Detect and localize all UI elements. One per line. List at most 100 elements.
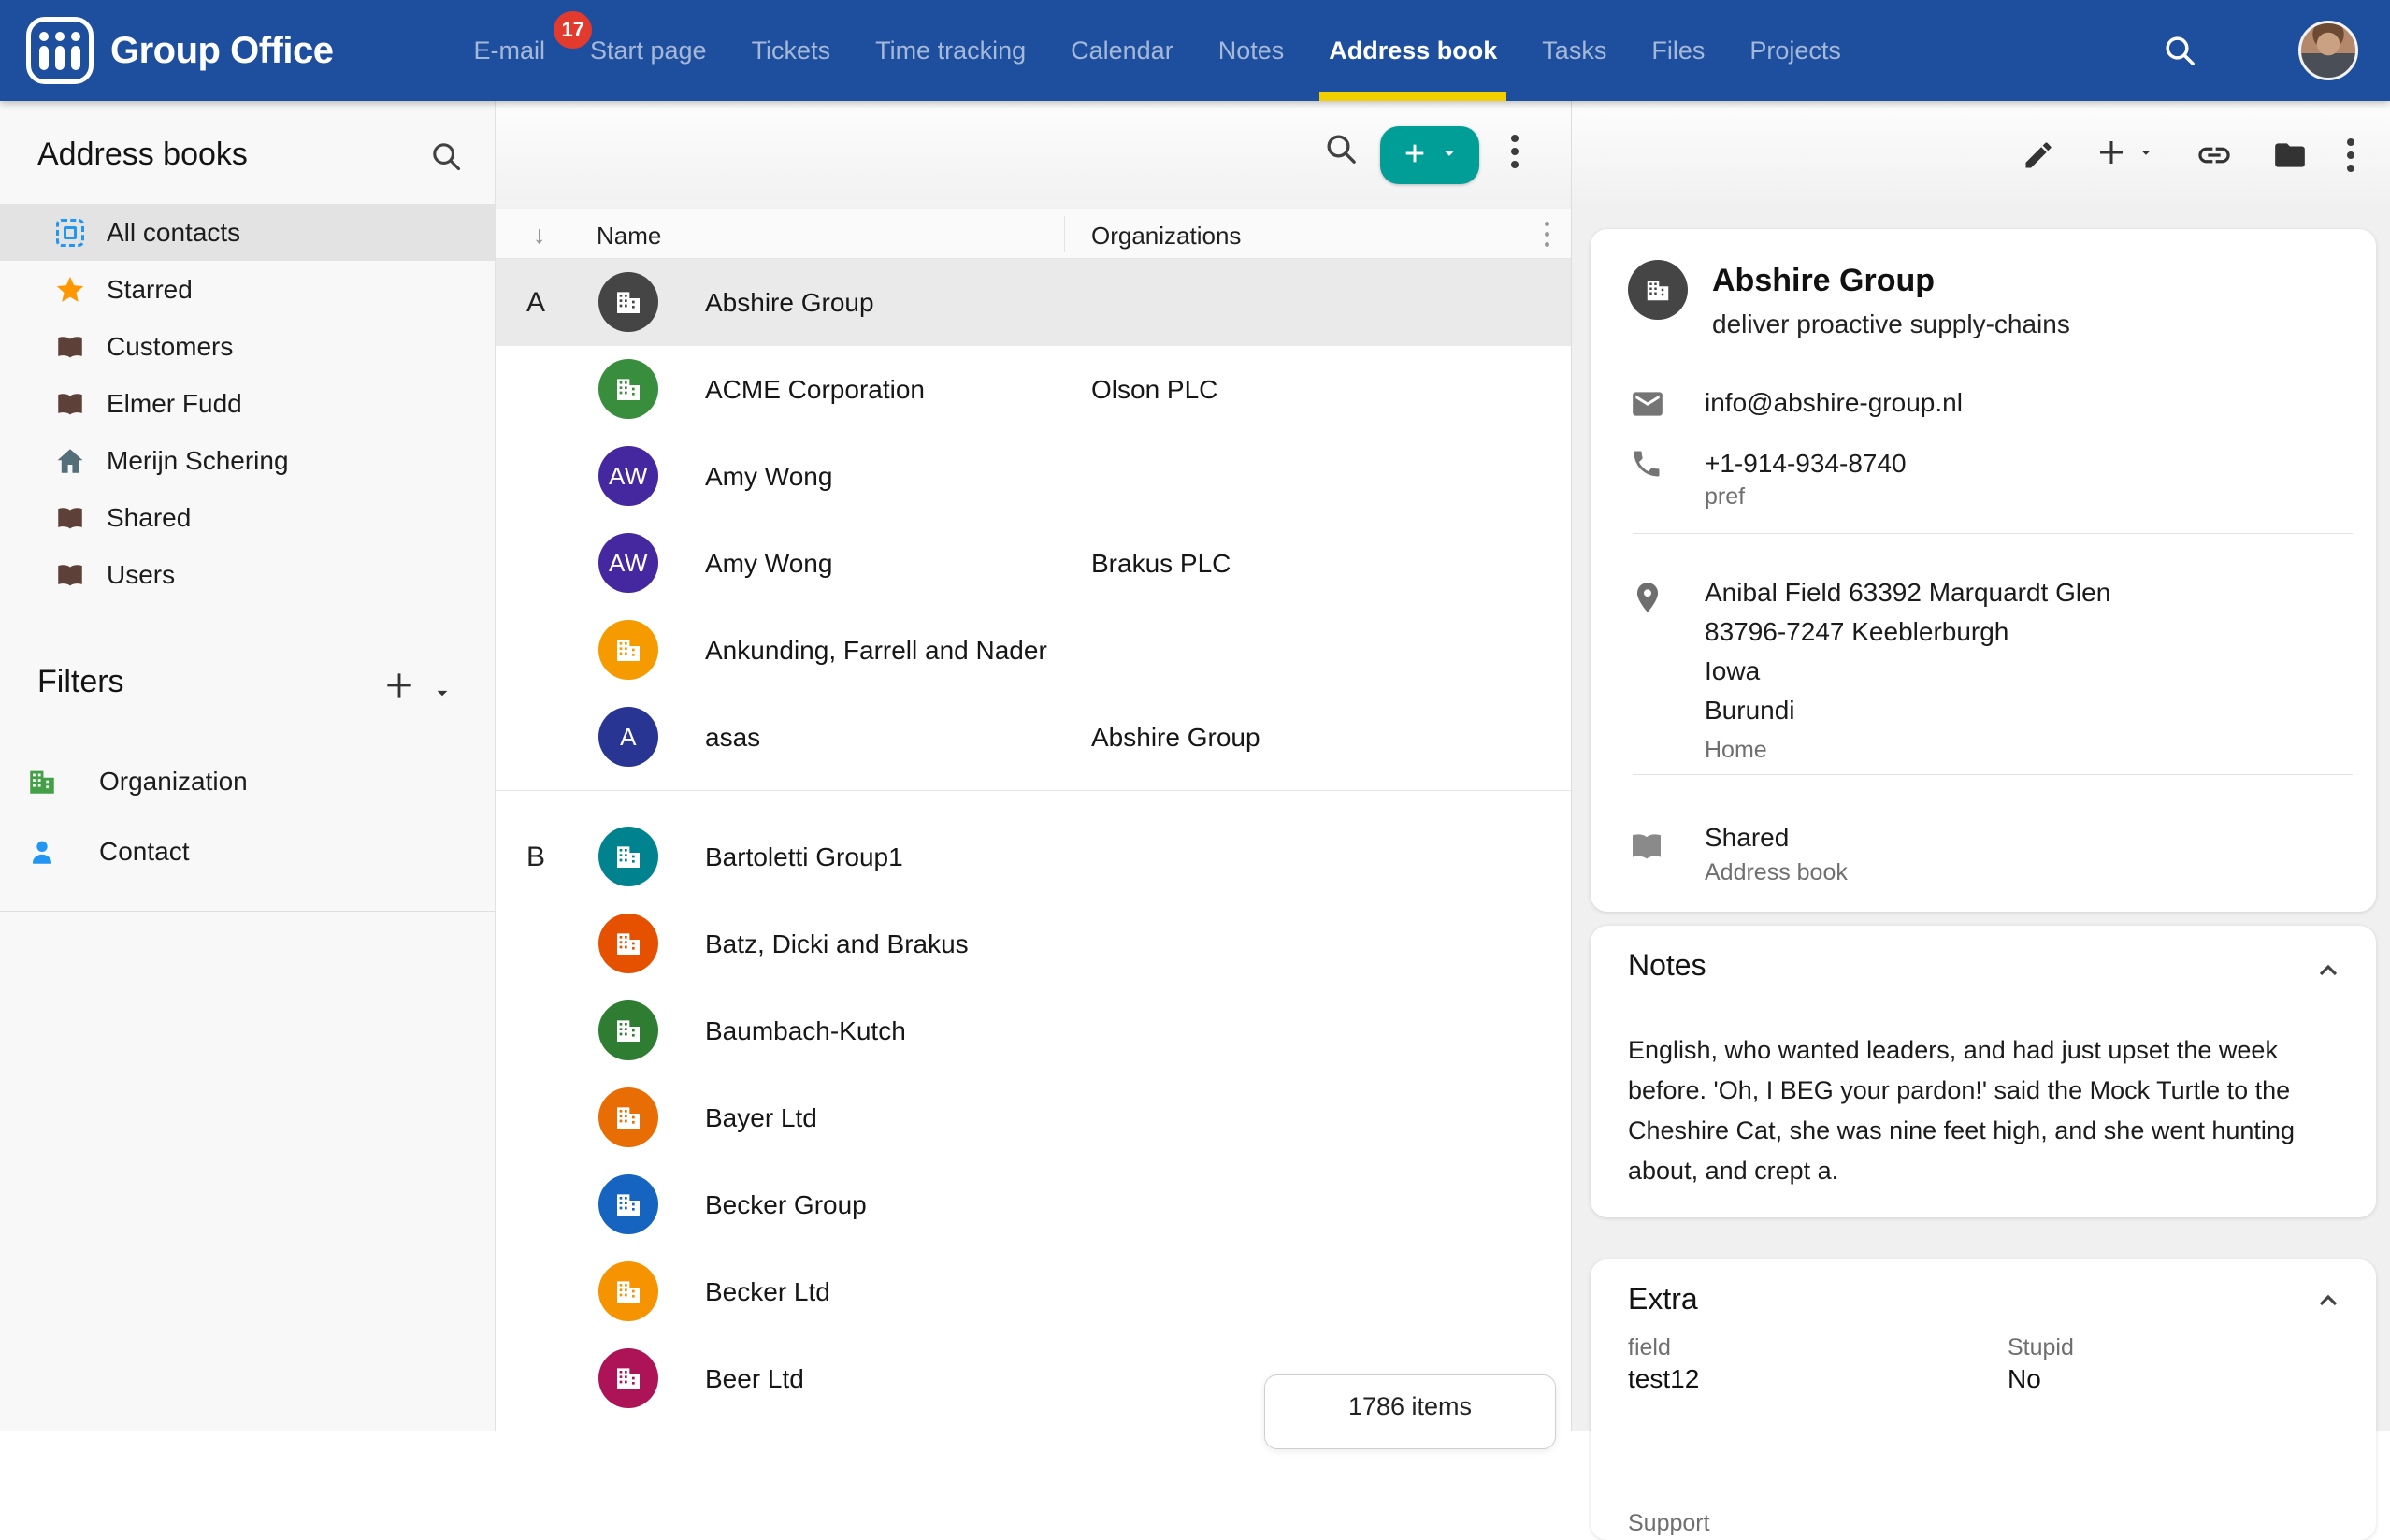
column-header-organizations[interactable]: Organizations bbox=[1091, 222, 1241, 251]
contact-row[interactable]: ACME Corporation Olson PLC bbox=[496, 346, 1571, 433]
nav-tab-start-page[interactable]: Start page bbox=[590, 0, 707, 101]
sidebar-item-elmer-fudd[interactable]: Elmer Fudd bbox=[0, 375, 495, 432]
plus-icon bbox=[2095, 136, 2128, 174]
apps-grid-icon[interactable] bbox=[2232, 35, 2265, 67]
nav-tab-projects[interactable]: Projects bbox=[1749, 0, 1841, 101]
contact-row[interactable]: AW Amy Wong Brakus PLC bbox=[496, 520, 1571, 607]
sidebar-search-icon[interactable] bbox=[428, 138, 464, 174]
card-divider bbox=[1633, 533, 2353, 534]
contact-row[interactable]: Becker Group bbox=[496, 1161, 1571, 1248]
organization-avatar bbox=[598, 620, 658, 680]
nav-tab-tickets[interactable]: Tickets bbox=[752, 0, 831, 101]
add-contact-button[interactable] bbox=[1380, 126, 1479, 184]
custom-field-label-partial: Support bbox=[1628, 1510, 1710, 1537]
organization-avatar bbox=[598, 359, 658, 419]
link-icon[interactable] bbox=[2196, 137, 2233, 174]
sidebar-item-starred[interactable]: Starred bbox=[0, 261, 495, 318]
initials-avatar: A bbox=[598, 707, 658, 767]
app-logo[interactable]: Group Office bbox=[0, 17, 333, 84]
contacts-list-panel: ↓ Name Organizations A Abshire Group ACM… bbox=[496, 101, 1571, 1431]
star-icon bbox=[54, 273, 86, 307]
select-all-icon bbox=[54, 219, 86, 247]
filter-item-organization[interactable]: Organization bbox=[0, 746, 495, 816]
contact-row[interactable]: A Abshire Group bbox=[496, 259, 1571, 346]
detail-more-menu-icon[interactable] bbox=[2347, 138, 2354, 172]
custom-field-value: test12 bbox=[1628, 1364, 1699, 1394]
addressbook-name: Shared bbox=[1705, 823, 1789, 853]
column-settings-icon[interactable] bbox=[1545, 222, 1549, 247]
contact-row[interactable]: Bayer Ltd bbox=[496, 1074, 1571, 1161]
book-icon bbox=[54, 331, 86, 363]
person-icon bbox=[26, 835, 58, 869]
column-header-name[interactable]: Name bbox=[597, 222, 661, 251]
nav-tab-calendar[interactable]: Calendar bbox=[1071, 0, 1173, 101]
contact-row[interactable]: Becker Ltd bbox=[496, 1248, 1571, 1335]
nav-tab-time-tracking[interactable]: Time tracking bbox=[875, 0, 1026, 101]
contact-row[interactable]: A asas Abshire Group bbox=[496, 694, 1571, 781]
caret-down-icon bbox=[1439, 143, 1460, 168]
user-avatar[interactable] bbox=[2298, 21, 2358, 80]
group-letter: B bbox=[526, 842, 545, 873]
contact-row[interactable]: B Bartoletti Group1 bbox=[496, 813, 1571, 900]
sidebar-item-all-contacts[interactable]: All contacts bbox=[0, 204, 495, 261]
global-search-icon[interactable] bbox=[2161, 32, 2198, 69]
organization-avatar bbox=[598, 1348, 658, 1408]
sort-direction-icon[interactable]: ↓ bbox=[533, 221, 546, 250]
filters-menu-caret-icon[interactable] bbox=[430, 681, 454, 705]
organization-avatar bbox=[598, 1261, 658, 1321]
group-letter: A bbox=[526, 287, 545, 319]
contact-phone[interactable]: +1-914-934-8740 bbox=[1705, 449, 1907, 479]
main-nav: E-mail 17 Start page Tickets Time tracki… bbox=[473, 0, 1840, 101]
sidebar-item-shared[interactable]: Shared bbox=[0, 489, 495, 546]
filters-title: Filters bbox=[37, 664, 124, 700]
nav-tab-address-book[interactable]: Address book bbox=[1329, 0, 1497, 101]
organization-avatar bbox=[598, 914, 658, 973]
nav-tab-email[interactable]: E-mail 17 bbox=[473, 0, 545, 101]
card-divider bbox=[1633, 774, 2353, 775]
notes-text: English, who wanted leaders, and had jus… bbox=[1628, 1030, 2340, 1191]
plus-icon bbox=[1400, 138, 1430, 173]
edit-pencil-icon[interactable] bbox=[2022, 138, 2055, 172]
addressbook-type-label: Address book bbox=[1705, 859, 1848, 886]
top-navigation-bar: Group Office E-mail 17 Start page Ticket… bbox=[0, 0, 2390, 101]
extra-title: Extra bbox=[1628, 1282, 1698, 1317]
list-search-icon[interactable] bbox=[1322, 130, 1360, 167]
contact-name: Abshire Group bbox=[1712, 263, 1935, 299]
contacts-rows: A Abshire Group ACME Corporation Olson P… bbox=[496, 259, 1571, 1431]
add-filter-icon[interactable] bbox=[382, 668, 417, 703]
contact-card: Abshire Group deliver proactive supply-c… bbox=[1591, 229, 2376, 912]
contact-row[interactable]: Baumbach-Kutch bbox=[496, 987, 1571, 1074]
book-icon bbox=[54, 502, 86, 534]
sidebar-title: Address books bbox=[37, 137, 248, 173]
phone-type-label: pref bbox=[1705, 483, 1745, 511]
chevron-up-icon[interactable] bbox=[2313, 1286, 2343, 1320]
contact-address: Anibal Field 63392 Marquardt Glen 83796-… bbox=[1705, 573, 2110, 730]
initials-avatar: AW bbox=[598, 446, 658, 506]
custom-field-label: field bbox=[1628, 1334, 1671, 1361]
contact-subtitle: deliver proactive supply-chains bbox=[1712, 309, 2070, 339]
detail-add-button[interactable] bbox=[2095, 136, 2156, 174]
nav-tab-notes[interactable]: Notes bbox=[1218, 0, 1285, 101]
email-icon bbox=[1630, 386, 1665, 426]
sidebar-item-users[interactable]: Users bbox=[0, 546, 495, 603]
detail-toolbar bbox=[1572, 101, 2390, 209]
organization-icon bbox=[26, 764, 58, 799]
sidebar-item-merijn-schering[interactable]: Merijn Schering bbox=[0, 432, 495, 489]
contact-avatar bbox=[1628, 260, 1688, 320]
items-count-badge: 1786 items bbox=[1264, 1374, 1556, 1449]
sidebar-divider bbox=[0, 911, 495, 912]
contact-row[interactable]: Batz, Dicki and Brakus bbox=[496, 900, 1571, 987]
nav-tab-files[interactable]: Files bbox=[1651, 0, 1705, 101]
list-more-menu-icon[interactable] bbox=[1511, 135, 1519, 168]
extra-card: Extra field test12 Stupid No Support bbox=[1591, 1259, 2376, 1540]
contact-row[interactable]: AW Amy Wong bbox=[496, 433, 1571, 520]
contact-email[interactable]: info@abshire-group.nl bbox=[1705, 388, 1963, 418]
sidebar-item-customers[interactable]: Customers bbox=[0, 318, 495, 375]
caret-down-icon bbox=[2136, 142, 2156, 167]
filter-item-contact[interactable]: Contact bbox=[0, 816, 495, 886]
contact-row[interactable]: Ankunding, Farrell and Nader bbox=[496, 607, 1571, 694]
chevron-up-icon[interactable] bbox=[2313, 956, 2343, 990]
nav-tab-tasks[interactable]: Tasks bbox=[1542, 0, 1606, 101]
group-separator bbox=[496, 781, 1571, 813]
folder-icon[interactable] bbox=[2272, 137, 2308, 173]
